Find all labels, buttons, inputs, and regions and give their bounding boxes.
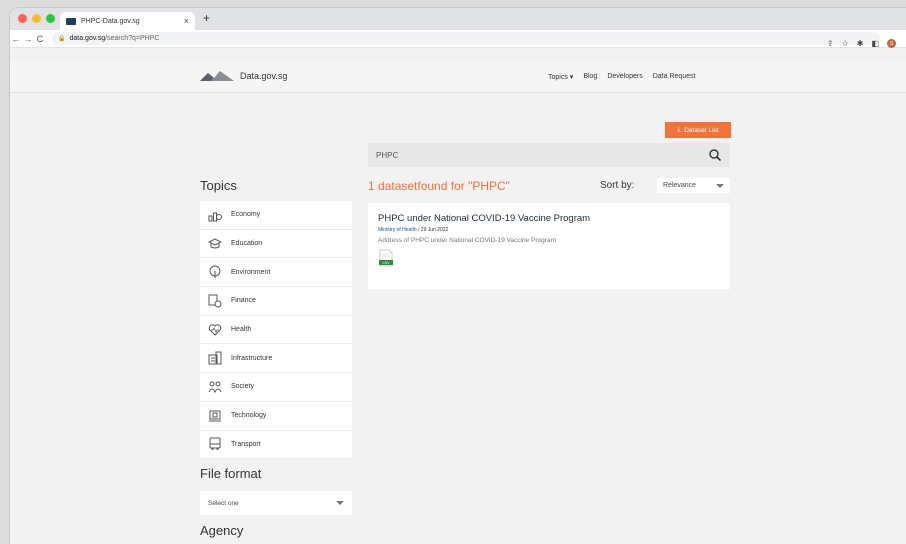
download-icon: ⤓: [677, 126, 681, 133]
topic-label: Finance: [231, 297, 256, 305]
society-icon: [208, 380, 222, 394]
file-format-selected: Select one: [208, 499, 239, 507]
minimize-window-button[interactable]: [32, 14, 41, 23]
nav-topics[interactable]: Topics ▾: [548, 73, 573, 81]
economy-icon: [208, 208, 222, 222]
sort-select[interactable]: Relevance: [657, 178, 730, 193]
topic-item-economy[interactable]: Economy: [200, 201, 352, 230]
sort-label: Sort by:: [600, 180, 635, 191]
topic-item-transport[interactable]: Transport: [200, 430, 352, 460]
tab-close-icon[interactable]: ×: [184, 16, 189, 26]
csv-file-icon[interactable]: CSV: [378, 249, 394, 267]
result-agency[interactable]: Ministry of Health: [378, 227, 417, 233]
topic-label: Health: [231, 326, 252, 334]
nav-developers[interactable]: Developers: [607, 73, 642, 81]
result-title[interactable]: PHPC under National COVID-19 Vaccine Pro…: [378, 213, 720, 224]
topic-item-environment[interactable]: Environment: [200, 258, 352, 288]
topic-label: Environment: [231, 268, 271, 276]
extensions-puzzle-icon[interactable]: ✱: [857, 39, 864, 48]
health-icon: [208, 323, 222, 337]
chevron-down-icon: [716, 183, 724, 188]
nav-blog[interactable]: Blog: [583, 73, 597, 81]
data-gov-logo-icon: [200, 71, 234, 81]
window-controls: [18, 14, 55, 23]
topic-label: Transport: [231, 440, 261, 448]
url-host: data.gov.sg: [69, 35, 106, 42]
topic-item-infrastructure[interactable]: Infrastructure: [200, 344, 352, 374]
topic-label: Technology: [231, 412, 267, 420]
toolbar-actions: ⇪ ☆ ✱ ◧ S: [827, 39, 896, 48]
topic-item-technology[interactable]: Technology: [200, 401, 352, 431]
sort-selected: Relevance: [663, 182, 697, 189]
browser-window: PHPC-Data.gov.sg × + ← → C 🔒 data.gov.sg…: [10, 8, 906, 544]
topics-list: Economy Education Environment Finance He…: [200, 201, 352, 460]
environment-icon: [208, 265, 222, 279]
lock-icon: 🔒: [58, 36, 66, 42]
topic-label: Economy: [231, 211, 261, 219]
address-bar[interactable]: 🔒 data.gov.sg/search?q=PHPC: [52, 32, 880, 45]
topic-label: Education: [231, 240, 263, 248]
browser-tab[interactable]: PHPC-Data.gov.sg ×: [60, 12, 195, 30]
file-format-select[interactable]: Select one: [200, 491, 352, 515]
share-icon[interactable]: ⇪: [827, 39, 834, 48]
maximize-window-button[interactable]: [46, 14, 55, 23]
technology-icon: [208, 409, 222, 423]
profile-avatar[interactable]: S: [887, 39, 896, 48]
back-icon[interactable]: ←: [10, 34, 22, 44]
topic-label: Society: [231, 383, 254, 391]
new-tab-button[interactable]: +: [203, 11, 210, 25]
result-meta: Ministry of Health / 29 Jun 2022: [378, 227, 720, 233]
forward-icon[interactable]: →: [22, 34, 34, 44]
search-input[interactable]: [376, 150, 708, 160]
dataset-list-label: Dataset List: [684, 126, 719, 134]
reload-icon[interactable]: C: [34, 34, 46, 44]
topic-item-health[interactable]: Health: [200, 315, 352, 345]
infrastructure-icon: [208, 351, 222, 365]
url-path: /search?q=PHPC: [105, 35, 160, 42]
topics-heading: Topics: [200, 178, 237, 193]
transport-icon: [208, 437, 222, 451]
site-logo[interactable]: Data.gov.sg: [200, 69, 287, 83]
chevron-down-icon: [336, 501, 344, 505]
tab-title: PHPC-Data.gov.sg: [81, 17, 140, 25]
site-favicon-icon: [66, 17, 76, 25]
topic-item-finance[interactable]: Finance: [200, 287, 352, 316]
results-count: 1 datasetfound for "PHPC": [368, 179, 510, 193]
side-panel-icon[interactable]: ◧: [871, 39, 879, 48]
bookmark-star-icon[interactable]: ☆: [842, 39, 849, 48]
agency-heading: Agency: [200, 523, 244, 538]
close-window-button[interactable]: [18, 14, 27, 23]
site-nav: Topics ▾ Blog Developers Data Request: [548, 73, 696, 81]
result-card: PHPC under National COVID-19 Vaccine Pro…: [368, 203, 730, 289]
csv-format-label: CSV: [383, 261, 391, 265]
tab-strip: PHPC-Data.gov.sg × +: [10, 8, 906, 30]
finance-icon: [208, 294, 222, 308]
browser-toolbar: ← → C 🔒 data.gov.sg/search?q=PHPC: [10, 30, 906, 48]
nav-data-request[interactable]: Data Request: [653, 73, 696, 81]
result-date: / 29 Jun 2022: [416, 227, 449, 233]
search-icon[interactable]: [708, 148, 722, 162]
result-description: Address of PHPC under National COVID-19 …: [378, 237, 556, 244]
topic-item-education[interactable]: Education: [200, 229, 352, 259]
search-bar: [368, 143, 730, 167]
education-icon: [208, 237, 222, 251]
dataset-list-button[interactable]: ⤓ Dataset List: [665, 122, 731, 138]
file-format-heading: File format: [200, 466, 262, 481]
logo-text: Data.gov.sg: [240, 71, 288, 81]
topic-label: Infrastructure: [231, 354, 273, 362]
topic-item-society[interactable]: Society: [200, 373, 352, 402]
site-header: Data.gov.sg Topics ▾ Blog Developers Dat…: [10, 61, 906, 93]
